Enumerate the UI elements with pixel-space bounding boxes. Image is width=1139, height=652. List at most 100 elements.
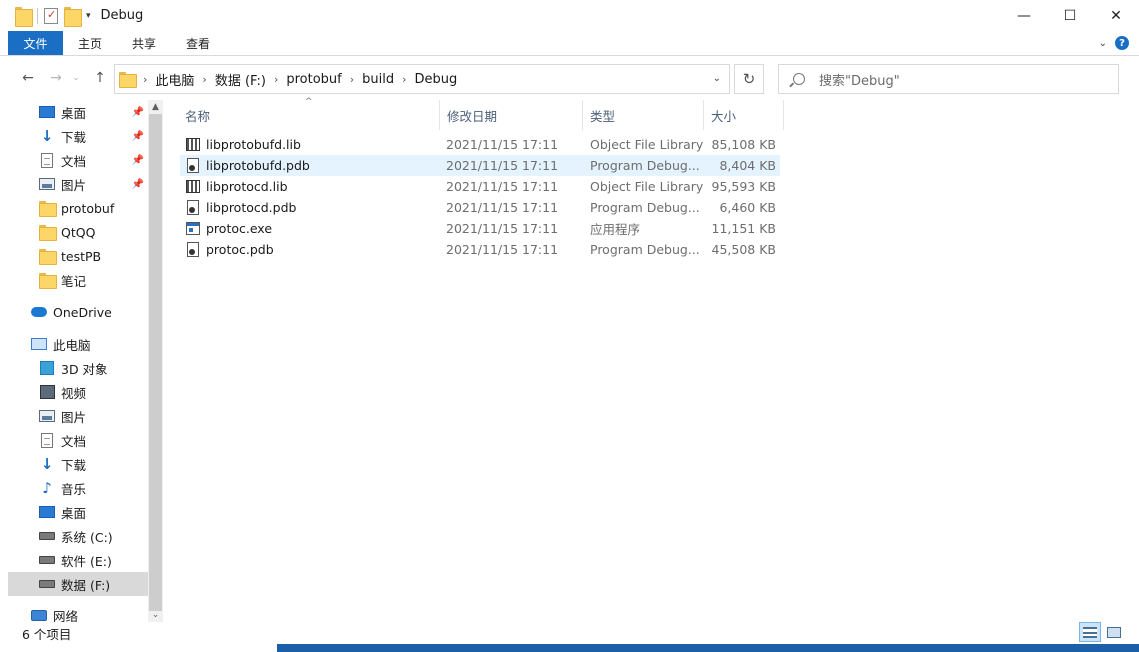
file-size: 8,404 KB <box>719 158 776 173</box>
breadcrumb-drive-f[interactable]: 数据 (F:) <box>215 70 266 89</box>
music-icon: ♪ <box>42 479 52 497</box>
file-row[interactable]: libprotobufd.lib 2021/11/15 17:11 Object… <box>180 134 780 155</box>
sidebar-item-music[interactable]: ♪ 音乐 <box>8 476 148 500</box>
breadcrumb-separator-icon[interactable]: › <box>402 73 406 86</box>
scroll-down-icon[interactable]: ⌄ <box>148 608 163 622</box>
sidebar-item-this-pc[interactable]: 此电脑 <box>8 332 148 356</box>
sidebar-item-label: QtQQ <box>61 224 96 240</box>
large-icons-view-button[interactable] <box>1103 622 1125 642</box>
sidebar-item-qtqq[interactable]: QtQQ <box>8 220 148 244</box>
sidebar-item-downloads[interactable]: ↓ 下载 <box>8 452 148 476</box>
sidebar-item-drive-f[interactable]: 数据 (F:) <box>8 572 148 596</box>
breadcrumb-debug[interactable]: Debug <box>415 72 458 87</box>
file-size: 45,508 KB <box>711 242 776 257</box>
sidebar-item-documents[interactable]: 文档 <box>8 428 148 452</box>
sidebar-item-desktop-pinned[interactable]: 桌面 📌 <box>8 100 148 124</box>
pdb-file-icon <box>186 200 200 215</box>
recent-locations-chevron-icon[interactable]: ⌄ <box>68 66 84 90</box>
address-history-chevron-icon[interactable]: ⌄ <box>713 73 721 84</box>
file-date: 2021/11/15 17:11 <box>446 221 559 236</box>
pin-icon[interactable]: 📌 <box>132 107 144 118</box>
pin-icon[interactable]: 📌 <box>132 131 144 142</box>
up-arrow-icon[interactable]: ↑ <box>88 66 112 90</box>
address-bar[interactable]: › 此电脑 › 数据 (F:) › protobuf › build › Deb… <box>114 64 730 94</box>
sidebar-item-pictures-pinned[interactable]: 图片 📌 <box>8 172 148 196</box>
sidebar-item-label: 下载 <box>61 129 87 145</box>
pin-icon[interactable]: 📌 <box>132 155 144 166</box>
file-row[interactable]: protoc.exe 2021/11/15 17:11 应用程序 11,151 … <box>180 218 780 239</box>
breadcrumb-separator-icon[interactable]: › <box>350 73 354 86</box>
tab-share[interactable]: 共享 <box>117 31 171 55</box>
pin-icon[interactable]: 📌 <box>132 179 144 190</box>
breadcrumb-protobuf[interactable]: protobuf <box>286 72 341 87</box>
sidebar-item-onedrive[interactable]: OneDrive <box>8 300 148 324</box>
column-header-size[interactable]: 大小 <box>704 100 784 130</box>
taskbar-edge <box>277 644 1139 652</box>
sidebar-item-testpb[interactable]: testPB <box>8 244 148 268</box>
sidebar-item-videos[interactable]: 视频 <box>8 380 148 404</box>
refresh-button[interactable]: ↻ <box>734 64 764 94</box>
breadcrumb-separator-icon[interactable]: › <box>143 73 147 86</box>
this-pc-icon <box>31 336 47 352</box>
column-divider[interactable] <box>783 100 784 130</box>
file-row[interactable]: libprotocd.pdb 2021/11/15 17:11 Program … <box>180 197 780 218</box>
maximize-button[interactable]: ☐ <box>1047 0 1093 31</box>
drive-icon <box>39 528 55 544</box>
file-type: Object File Library <box>590 179 704 194</box>
sidebar-item-pictures[interactable]: 图片 <box>8 404 148 428</box>
breadcrumb-this-pc[interactable]: 此电脑 <box>155 70 194 89</box>
search-box[interactable]: 搜索"Debug" <box>778 64 1119 94</box>
column-header-name[interactable]: 名称 <box>178 100 440 130</box>
sidebar-item-documents-pinned[interactable]: 文档 📌 <box>8 148 148 172</box>
expand-ribbon-chevron-icon[interactable]: ⌄ <box>1099 38 1107 49</box>
sidebar-item-label: 文档 <box>61 433 87 449</box>
tab-file[interactable]: 文件 <box>8 31 63 55</box>
details-view-button[interactable] <box>1079 622 1101 642</box>
breadcrumb-build[interactable]: build <box>362 72 394 87</box>
file-row[interactable]: libprotocd.lib 2021/11/15 17:11 Object F… <box>180 176 780 197</box>
sidebar-item-downloads-pinned[interactable]: ↓ 下载 📌 <box>8 124 148 148</box>
pdb-file-icon <box>186 158 200 173</box>
new-folder-icon[interactable] <box>64 6 82 27</box>
search-input[interactable]: 搜索"Debug" <box>819 70 900 89</box>
file-type: Program Debug... <box>590 158 700 173</box>
customize-toolbar-chevron-icon[interactable]: ▾ <box>86 11 91 21</box>
sidebar-item-label: 网络 <box>53 608 79 623</box>
file-date: 2021/11/15 17:11 <box>446 158 559 173</box>
breadcrumb: › 此电脑 › 数据 (F:) › protobuf › build › Deb… <box>119 70 457 89</box>
sidebar-item-desktop[interactable]: 桌面 <box>8 500 148 524</box>
file-row[interactable]: protoc.pdb 2021/11/15 17:11 Program Debu… <box>180 239 780 260</box>
help-icon[interactable]: ? <box>1115 36 1129 50</box>
drive-icon <box>39 552 55 568</box>
sidebar-scrollbar[interactable]: ▲ ⌄ <box>148 100 163 622</box>
tab-home[interactable]: 主页 <box>63 31 117 55</box>
forward-arrow-icon[interactable]: → <box>44 66 68 90</box>
window-title: Debug <box>100 8 144 23</box>
file-type: Object File Library <box>590 137 704 152</box>
folder-icon[interactable] <box>15 6 33 27</box>
column-header-date[interactable]: 修改日期 <box>440 100 583 130</box>
sidebar-item-notes[interactable]: 笔记 <box>8 268 148 292</box>
sidebar-item-drive-e[interactable]: 软件 (E:) <box>8 548 148 572</box>
back-arrow-icon[interactable]: ← <box>16 66 40 90</box>
pdb-file-icon <box>186 242 200 257</box>
sidebar-item-network[interactable]: 网络 <box>8 603 148 622</box>
close-button[interactable]: ✕ <box>1093 0 1139 31</box>
breadcrumb-separator-icon[interactable]: › <box>202 73 206 86</box>
file-date: 2021/11/15 17:11 <box>446 200 559 215</box>
breadcrumb-separator-icon[interactable]: › <box>274 73 278 86</box>
tab-view[interactable]: 查看 <box>171 31 225 55</box>
status-bar: 6 个项目 <box>0 622 1139 644</box>
sidebar-item-drive-c[interactable]: 系统 (C:) <box>8 524 148 548</box>
sidebar-item-3d-objects[interactable]: 3D 对象 <box>8 356 148 380</box>
scrollbar-thumb[interactable] <box>149 114 162 611</box>
column-header-type[interactable]: 类型 <box>583 100 703 130</box>
minimize-button[interactable]: — <box>1001 0 1047 31</box>
properties-icon[interactable] <box>44 7 58 24</box>
scroll-up-icon[interactable]: ▲ <box>148 100 163 114</box>
file-row[interactable]: libprotobufd.pdb 2021/11/15 17:11 Progra… <box>180 155 780 176</box>
sidebar-item-protobuf[interactable]: protobuf <box>8 196 148 220</box>
title-bar: ▾ Debug — ☐ ✕ <box>0 0 1139 31</box>
file-date: 2021/11/15 17:11 <box>446 179 559 194</box>
sidebar-item-label: 3D 对象 <box>61 361 108 377</box>
